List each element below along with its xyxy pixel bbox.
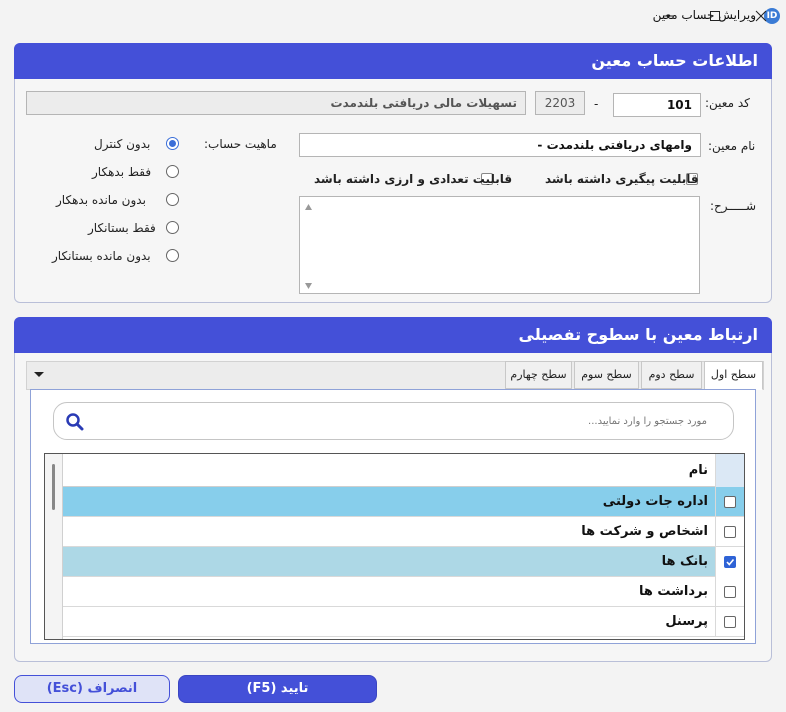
parent-account-name-field: تسهیلات مالی دریافتی بلندمدت <box>26 91 526 115</box>
minimize-button[interactable] <box>646 0 692 32</box>
row-name: برداشت ها <box>638 584 708 599</box>
code-input[interactable]: 101 <box>613 93 701 117</box>
tab-level-1[interactable]: سطح اول <box>704 361 763 390</box>
cancel-button[interactable]: انصراف (Esc) <box>14 675 170 703</box>
followup-label: قابلیت پیگیری داشته باشد <box>545 172 699 186</box>
nature-radio-no-debit-balance[interactable] <box>166 193 179 206</box>
row-checkbox-cell[interactable] <box>715 517 744 547</box>
code-separator: - <box>594 97 599 111</box>
tab-overflow-button[interactable] <box>33 368 45 383</box>
description-label: شـــــرح: <box>710 199 757 213</box>
table-row[interactable]: بانک ها <box>63 547 744 577</box>
account-info-header: اطلاعات حساب معین <box>14 43 772 79</box>
table-row[interactable]: اداره جات دولتی <box>63 487 744 517</box>
description-scrollbar[interactable] <box>300 197 317 293</box>
row-name: بانک ها <box>661 554 708 569</box>
maximize-icon <box>710 11 720 21</box>
row-checkbox[interactable] <box>724 496 736 508</box>
row-name: اشخاص و شرکت ها <box>581 524 708 539</box>
row-name: اداره جات دولتی <box>602 494 708 509</box>
column-name-header: نام <box>688 463 708 478</box>
parent-code-field: 2203 <box>535 91 585 115</box>
detail-levels-header: ارتباط معین با سطوح تفصیلی <box>14 317 772 353</box>
name-input[interactable]: وامهای دریافتی بلندمدت - <box>299 133 701 157</box>
chevron-down-icon <box>34 372 44 377</box>
close-button[interactable] <box>738 0 784 32</box>
row-checkbox-cell[interactable] <box>715 607 744 637</box>
nature-option-label: فقط بستانکار <box>88 221 156 235</box>
description-textarea[interactable] <box>299 196 700 294</box>
nature-radio-credit-only[interactable] <box>166 221 179 234</box>
close-icon <box>755 10 767 22</box>
nature-radio-no-credit-balance[interactable] <box>166 249 179 262</box>
row-checkbox[interactable] <box>724 556 736 568</box>
scroll-arrows-icon <box>305 204 312 289</box>
nature-option-label: بدون مانده بستانکار <box>52 249 151 263</box>
table-row[interactable]: برداشت ها <box>63 577 744 607</box>
name-label: نام معین: <box>708 139 756 153</box>
checkmark-icon <box>726 558 735 566</box>
nature-option-label: بدون کنترل <box>94 137 151 151</box>
row-checkbox[interactable] <box>724 616 736 628</box>
grid-scroll-thumb[interactable] <box>52 464 55 510</box>
confirm-button[interactable]: تایید (F5) <box>178 675 377 703</box>
search-icon[interactable] <box>66 413 84 431</box>
detail-accounts-grid: نام اداره جات دولتی اشخاص و شرکت ها بانک… <box>44 453 745 640</box>
row-checkbox[interactable] <box>724 586 736 598</box>
grid-header-row: نام <box>63 454 744 487</box>
row-name: پرسنل <box>665 614 708 629</box>
table-row[interactable]: پرسنل <box>63 607 744 637</box>
grid-scrollbar[interactable] <box>45 454 63 639</box>
nature-option-label: فقط بدهکار <box>92 165 152 179</box>
table-row[interactable]: اشخاص و شرکت ها <box>63 517 744 547</box>
nature-radio-no-control[interactable] <box>166 137 179 150</box>
search-input[interactable] <box>94 411 709 431</box>
maximize-button[interactable] <box>692 0 738 32</box>
account-nature-label: ماهیت حساب: <box>204 137 277 151</box>
nature-radio-debit-only[interactable] <box>166 165 179 178</box>
tab-level-2[interactable]: سطح دوم <box>641 361 702 389</box>
tab-level-3[interactable]: سطح سوم <box>574 361 639 389</box>
select-all-cell[interactable] <box>715 454 744 487</box>
row-checkbox[interactable] <box>724 526 736 538</box>
row-checkbox-cell[interactable] <box>715 547 744 577</box>
title-bar: ID ویرایش حساب معین <box>0 0 786 32</box>
code-label: کد معین: <box>705 96 750 110</box>
tab-level-4[interactable]: سطح چهارم <box>505 361 572 389</box>
row-checkbox-cell[interactable] <box>715 577 744 607</box>
minimize-icon <box>664 15 674 17</box>
row-checkbox-cell[interactable] <box>715 487 744 517</box>
search-box[interactable] <box>53 402 734 440</box>
nature-option-label: بدون مانده بدهکار <box>56 193 146 207</box>
quantity-currency-label: قابلیت تعدادی و ارزی داشته باشد <box>314 172 513 186</box>
